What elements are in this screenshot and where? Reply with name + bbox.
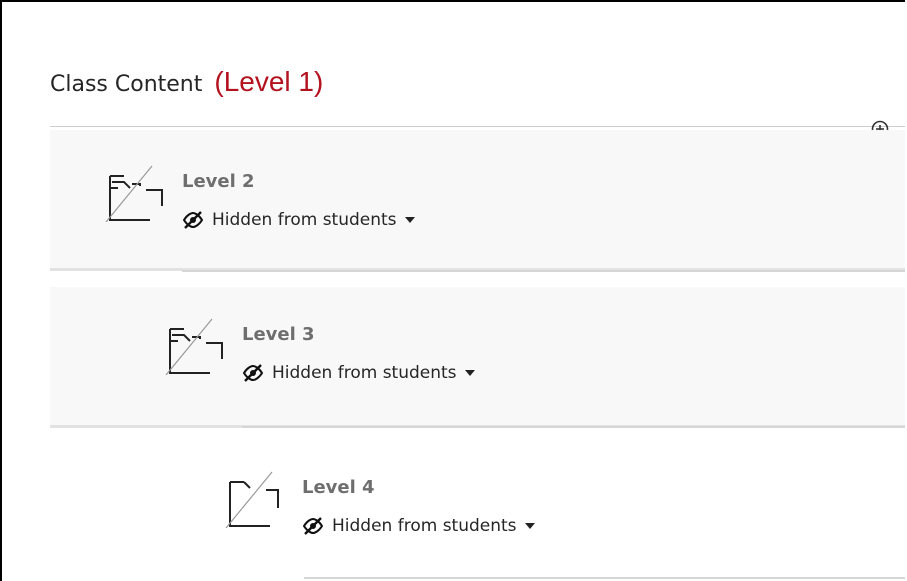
- hidden-folder-icon[interactable]: [222, 468, 286, 528]
- item-title[interactable]: Level 3: [242, 323, 475, 347]
- visibility-dropdown[interactable]: Hidden from students: [242, 363, 475, 383]
- caret-down-icon: [524, 523, 535, 529]
- visibility-label: Hidden from students: [212, 210, 397, 230]
- hidden-folder-icon[interactable]: [102, 162, 166, 222]
- row-divider: [304, 577, 905, 579]
- content-item-level-4: Level 4 Hidden from students: [222, 468, 535, 536]
- visibility-label: Hidden from students: [332, 516, 517, 536]
- divider: [50, 126, 905, 127]
- visibility-dropdown[interactable]: Hidden from students: [302, 516, 535, 536]
- class-content-panel: Class Content (Level 1) Level 2 Hidden f…: [0, 0, 905, 581]
- level-annotation: (Level 1): [214, 66, 324, 97]
- item-title[interactable]: Level 2: [182, 170, 415, 194]
- row-divider: [182, 270, 905, 272]
- hidden-folder-icon[interactable]: [162, 315, 226, 375]
- content-item-level-3: Level 3 Hidden from students: [162, 315, 475, 383]
- eye-slash-icon: [302, 517, 324, 535]
- visibility-label: Hidden from students: [272, 363, 457, 383]
- page-title: Class Content: [50, 72, 203, 97]
- visibility-dropdown[interactable]: Hidden from students: [182, 210, 415, 230]
- eye-slash-icon: [182, 211, 204, 229]
- row-divider: [242, 426, 905, 428]
- item-title[interactable]: Level 4: [302, 476, 535, 500]
- page-heading: Class Content (Level 1): [50, 66, 323, 106]
- eye-slash-icon: [242, 364, 264, 382]
- caret-down-icon: [404, 217, 415, 223]
- caret-down-icon: [464, 370, 475, 376]
- content-item-level-2: Level 2 Hidden from students: [102, 162, 415, 230]
